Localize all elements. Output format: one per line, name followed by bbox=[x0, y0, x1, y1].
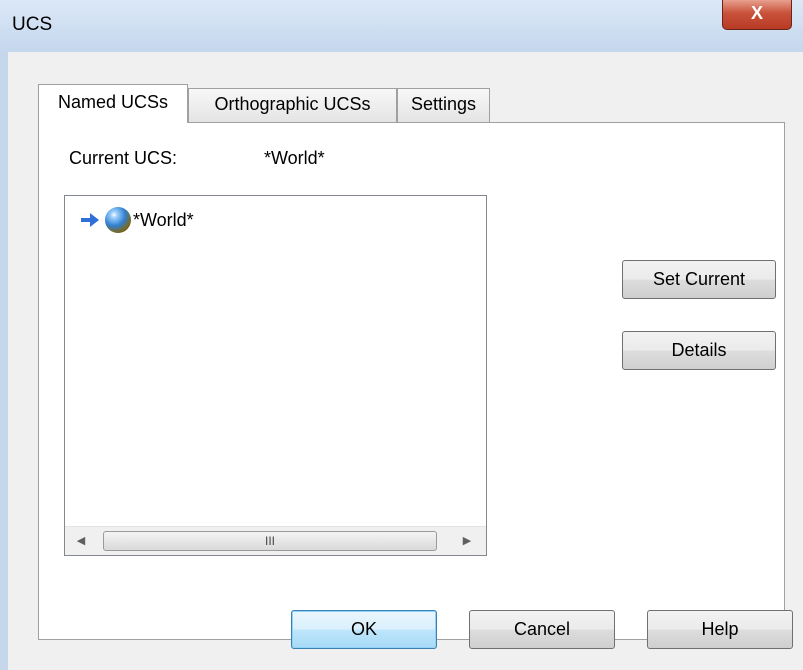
current-ucs-label: Current UCS: bbox=[69, 148, 178, 168]
close-icon: X bbox=[750, 3, 763, 23]
dialog-body: Named UCSs Orthographic UCSs Settings Cu… bbox=[8, 52, 803, 670]
current-arrow-icon bbox=[81, 213, 99, 227]
ok-button[interactable]: OK bbox=[291, 610, 437, 649]
scroll-right-arrow-icon[interactable]: ▶ bbox=[453, 527, 481, 555]
tab-label: Orthographic UCSs bbox=[214, 94, 371, 114]
globe-icon bbox=[105, 207, 131, 233]
window-title: UCS bbox=[12, 14, 53, 35]
set-current-button[interactable]: Set Current bbox=[622, 260, 776, 299]
window-frame-left bbox=[0, 52, 8, 670]
tab-settings[interactable]: Settings bbox=[397, 88, 490, 122]
ucs-list[interactable]: *World* ◀ III ▶ bbox=[64, 195, 487, 556]
cancel-button[interactable]: Cancel bbox=[469, 610, 615, 649]
tab-panel: Current UCS: *World* *World* ◀ III ▶ Set… bbox=[38, 122, 785, 640]
scroll-thumb[interactable]: III bbox=[103, 531, 437, 551]
list-item[interactable]: *World* bbox=[79, 206, 194, 234]
help-button[interactable]: Help bbox=[647, 610, 793, 649]
tab-label: Settings bbox=[410, 94, 477, 114]
scroll-left-arrow-icon[interactable]: ◀ bbox=[67, 527, 95, 555]
list-item-label: *World* bbox=[133, 209, 194, 230]
tab-named-ucss[interactable]: Named UCSs bbox=[38, 84, 188, 123]
tab-orthographic-ucss[interactable]: Orthographic UCSs bbox=[188, 88, 397, 122]
horizontal-scrollbar[interactable]: ◀ III ▶ bbox=[65, 526, 486, 555]
title-bar: UCS X bbox=[0, 0, 803, 52]
close-button[interactable]: X bbox=[722, 0, 792, 30]
tab-label: Named UCSs bbox=[57, 92, 169, 112]
details-button[interactable]: Details bbox=[622, 331, 776, 370]
current-ucs-value: *World* bbox=[264, 148, 325, 168]
